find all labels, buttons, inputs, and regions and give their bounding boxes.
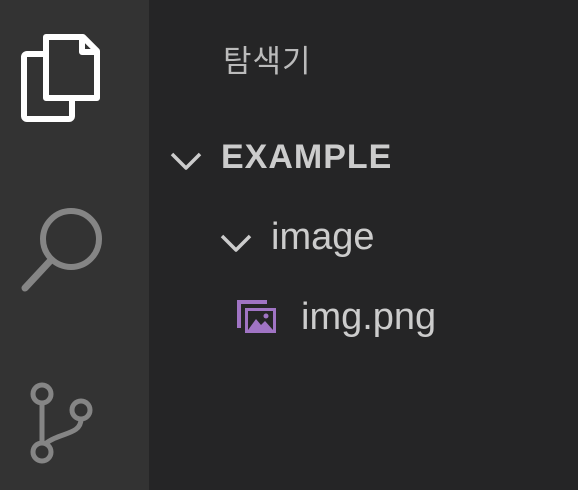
files-icon [21, 34, 100, 122]
chevron-down-icon [220, 234, 252, 252]
source-control-icon [30, 382, 93, 464]
vscode-window: 탐색기 EXAMPLE image img.png [0, 0, 578, 490]
file-label: img.png [301, 296, 437, 338]
image-file-icon [237, 300, 276, 333]
search-icon [21, 208, 102, 292]
activity-search-button[interactable] [0, 170, 149, 320]
chevron-down-icon [170, 152, 202, 170]
sidebar-title: 탐색기 [223, 44, 312, 80]
activity-explorer-button[interactable] [0, 0, 149, 150]
activity-source-control-button[interactable] [0, 340, 149, 490]
activity-bar [0, 0, 149, 490]
folder-label: image [271, 216, 375, 258]
section-label: EXAMPLE [221, 138, 393, 176]
explorer-sidebar: 탐색기 EXAMPLE image img.png [149, 0, 578, 490]
